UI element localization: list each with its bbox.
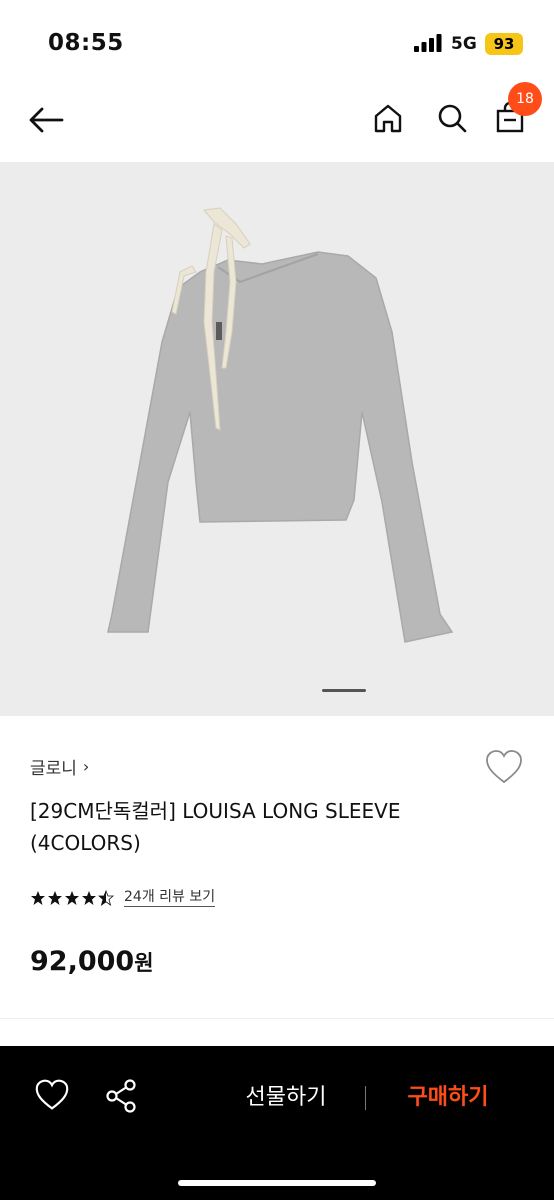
home-button[interactable] xyxy=(366,96,410,140)
chevron-right-icon: › xyxy=(82,757,90,776)
half-star-icon xyxy=(98,889,114,906)
star-rating xyxy=(30,889,114,906)
section-divider xyxy=(0,1018,554,1019)
brand-name: 글로니 xyxy=(30,759,77,779)
gift-button[interactable]: 선물하기 xyxy=(214,1080,358,1116)
cart-count-badge: 18 xyxy=(508,82,542,116)
button-separator xyxy=(365,1086,366,1110)
product-title: [29CM단독컬러] LOUISA LONG SLEEVE (4COLORS) xyxy=(30,799,401,855)
signal-icon xyxy=(414,34,442,52)
product-image-carousel[interactable] xyxy=(0,162,554,716)
back-button[interactable] xyxy=(22,98,70,142)
search-button[interactable] xyxy=(430,96,474,140)
heart-icon xyxy=(486,750,522,784)
buy-button[interactable]: 구매하기 xyxy=(378,1080,518,1116)
share-icon xyxy=(106,1079,136,1113)
product-price: 92,000원 xyxy=(30,946,154,977)
carousel-indicator xyxy=(322,689,366,692)
star-icon xyxy=(82,890,96,905)
review-link[interactable]: 24개 리뷰 보기 xyxy=(124,888,216,907)
share-button[interactable] xyxy=(104,1078,144,1118)
arrow-left-icon xyxy=(29,107,64,133)
home-indicator xyxy=(178,1180,376,1186)
sweater-image xyxy=(107,207,454,643)
rating-row: 24개 리뷰 보기 xyxy=(30,888,216,907)
status-bar: 08:55 5G 93 xyxy=(0,0,554,80)
wishlist-button[interactable] xyxy=(484,748,524,786)
bottom-action-bar: 선물하기 구매하기 xyxy=(0,1046,554,1200)
star-icon xyxy=(31,890,45,905)
top-navigation xyxy=(0,80,554,162)
search-icon xyxy=(438,104,467,133)
home-icon xyxy=(374,104,402,133)
star-icon xyxy=(65,890,79,905)
heart-icon xyxy=(35,1079,69,1110)
brand-link[interactable]: 글로니 › xyxy=(30,754,89,779)
star-icon xyxy=(48,890,62,905)
network-label: 5G xyxy=(451,34,477,54)
bottom-wishlist-button[interactable] xyxy=(34,1078,74,1118)
status-time: 08:55 xyxy=(48,30,124,56)
battery-indicator: 93 xyxy=(485,33,523,55)
price-value: 92,000 xyxy=(30,946,135,977)
price-currency: 원 xyxy=(134,951,154,975)
